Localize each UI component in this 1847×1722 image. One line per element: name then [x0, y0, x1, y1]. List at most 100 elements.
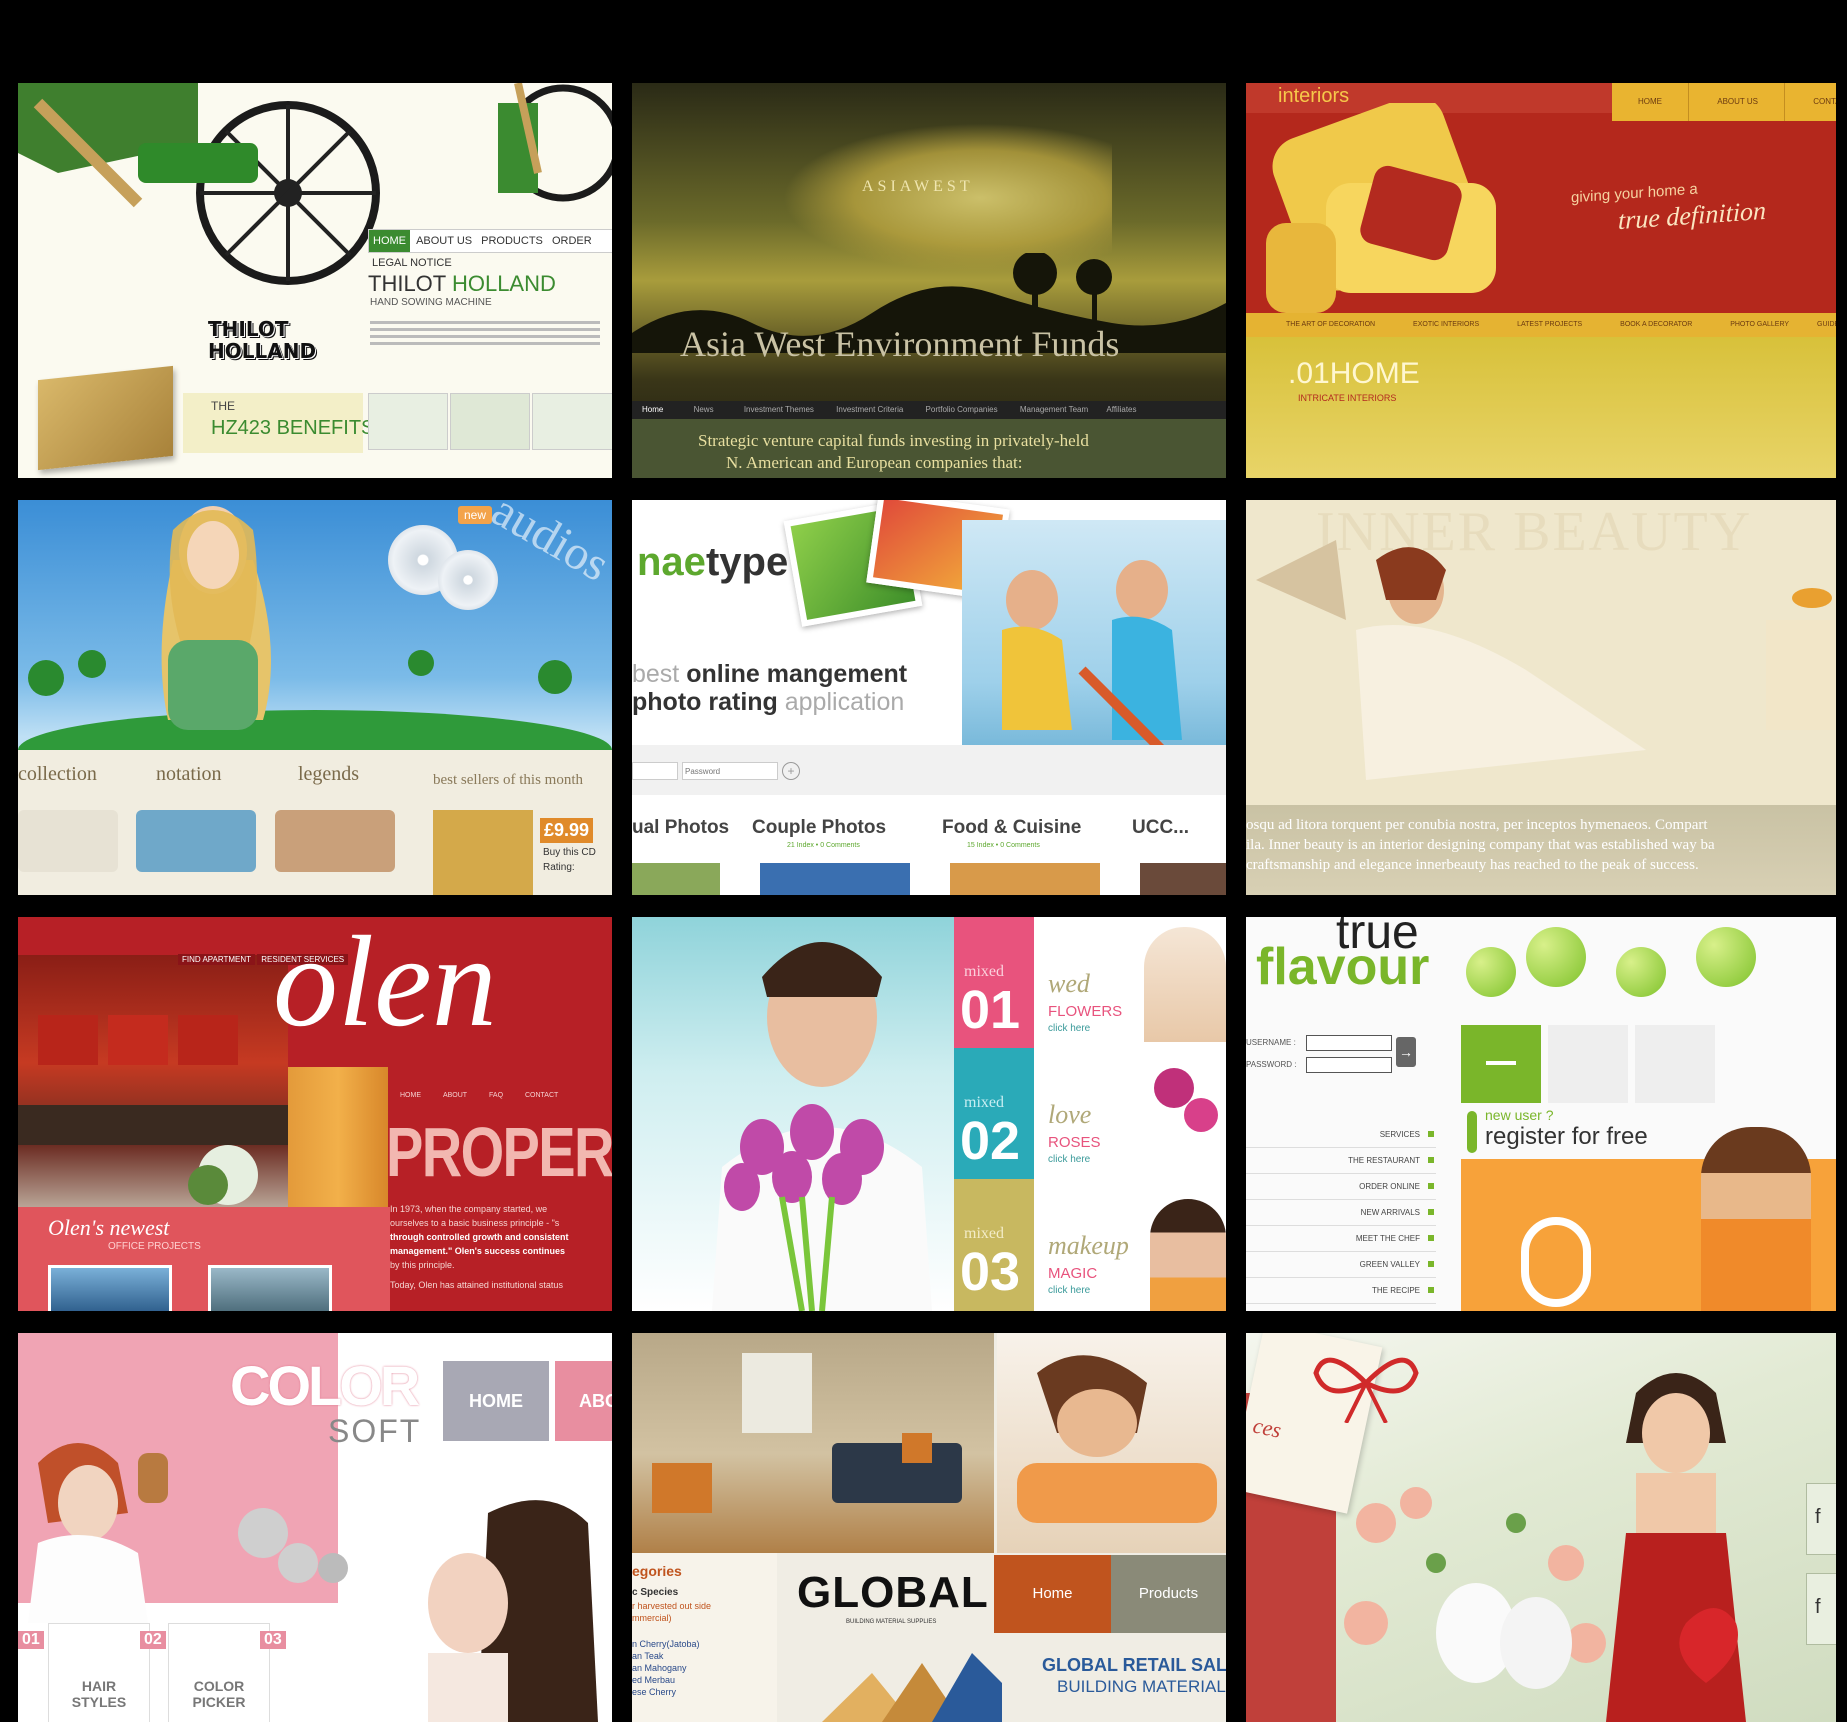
olen-body-5: by this principle.	[390, 1260, 455, 1270]
audios-album-cover[interactable]	[433, 810, 533, 895]
audios-tab-legends[interactable]: legends	[298, 763, 359, 786]
mixed-click-2[interactable]: click here	[1048, 1154, 1090, 1165]
gift-side-tab-2[interactable]: f	[1806, 1573, 1836, 1645]
asiawest-nav-portfolio[interactable]: Portfolio Companies	[916, 401, 1008, 419]
audios-thumb-woman[interactable]	[275, 810, 395, 872]
menu-valley[interactable]: GREEN VALLEY	[1246, 1252, 1436, 1278]
tab-card-icon[interactable]	[1548, 1025, 1628, 1103]
thilot-nav-products[interactable]: PRODUCTS	[478, 230, 546, 252]
category-thumb-2[interactable]	[760, 863, 910, 895]
global-sidebar-item-1[interactable]: r harvested out side	[632, 1601, 711, 1611]
category-label-4[interactable]: UCC...	[1132, 817, 1189, 839]
category-label-1[interactable]: ual Photos	[632, 817, 729, 839]
audios-tab-collection[interactable]: collection	[18, 763, 97, 786]
menu-arrivals[interactable]: NEW ARRIVALS	[1246, 1200, 1436, 1226]
category-label-2[interactable]: Couple Photos	[752, 817, 886, 839]
category-thumb-1[interactable]	[632, 863, 720, 895]
mixed-item-1[interactable]: mixed 01 wed FLOWERS click here	[954, 917, 1226, 1048]
login-arrow-button[interactable]: →	[1396, 1037, 1416, 1067]
colorsoft-logo-bottom: SOFT	[328, 1413, 422, 1449]
asiawest-nav-team[interactable]: Management Team	[1010, 401, 1098, 419]
mixed-click-3[interactable]: click here	[1048, 1285, 1090, 1296]
trueflavour-password-input[interactable]	[1306, 1057, 1392, 1073]
thilot-nav-about[interactable]: ABOUT US	[413, 230, 475, 252]
interiors-nav-home[interactable]: HOME	[1612, 83, 1689, 121]
thilot-brand-2: HOLLAND	[451, 271, 556, 296]
global-sidebar-item-6[interactable]: ed Merbau	[632, 1675, 675, 1685]
thilot-nav-order[interactable]: ORDER	[549, 230, 595, 252]
menu-restaurant[interactable]: THE RESTAURANT	[1246, 1148, 1436, 1174]
login-go-button[interactable]: +	[782, 762, 800, 780]
thumbnail-asia-west[interactable]: ASIAWEST Asia West Environment Funds Hom…	[632, 83, 1226, 478]
thumbnail-thilot-holland[interactable]: HOME ABOUT US PRODUCTS ORDER LEGAL NOTIC…	[18, 83, 612, 478]
olen-project-thumb-1[interactable]	[48, 1265, 172, 1311]
interiors-menu-book[interactable]: BOOK A DECORATOR	[1602, 313, 1710, 337]
interiors-menu-guide[interactable]: GUIDE	[1809, 313, 1836, 337]
thilot-nav-home[interactable]: HOME	[369, 230, 410, 252]
audios-title: audios	[483, 500, 612, 592]
interiors-menu-gallery[interactable]: PHOTO GALLERY	[1712, 313, 1807, 337]
thumbnail-interiors[interactable]: interiors HOME ABOUT US CONTACT giving y…	[1246, 83, 1836, 478]
thumbnail-naetype[interactable]: naetype best online mangement photo rati…	[632, 500, 1226, 895]
category-label-3[interactable]: Food & Cuisine	[942, 817, 1081, 839]
interiors-nav-contact[interactable]: CONTACT	[1787, 83, 1836, 121]
colorsoft-nav-about[interactable]: ABOUT	[555, 1361, 612, 1441]
thumbnail-true-flavour[interactable]: true flavour USERNAME : PASSWORD : → SER…	[1246, 917, 1836, 1311]
interiors-menu-latest[interactable]: LATEST PROJECTS	[1499, 313, 1600, 337]
menu-services[interactable]: SERVICES	[1246, 1122, 1436, 1148]
thumbnail-mixed-flowers[interactable]: mixed 01 wed FLOWERS click here mixed 02…	[632, 917, 1226, 1311]
olen-link-apartment[interactable]: FIND APARTMENT	[178, 954, 256, 965]
thumbnail-color-soft[interactable]: COLOR SOFT HOMEABOUT HAIR STYLES COLOR P…	[18, 1333, 612, 1722]
global-sidebar-item-5[interactable]: an Mahogany	[632, 1663, 687, 1673]
menu-chef[interactable]: MEET THE CHEF	[1246, 1226, 1436, 1252]
interiors-menu-exotic[interactable]: EXOTIC INTERIORS	[1395, 313, 1497, 337]
tab-green-button[interactable]	[1461, 1025, 1541, 1103]
colorsoft-nav-home[interactable]: HOME	[443, 1361, 549, 1441]
naetype-categories: ual Photos Couple Photos 21 Index • 0 Co…	[632, 795, 1226, 895]
olen-nav-contact[interactable]: CONTACT	[515, 1092, 568, 1099]
menu-recipe[interactable]: THE RECIPE	[1246, 1278, 1436, 1304]
audios-thumb-boy[interactable]	[136, 810, 256, 872]
asiawest-nav-themes[interactable]: Investment Themes	[734, 401, 824, 419]
category-thumb-4[interactable]	[1140, 863, 1226, 895]
colorsoft-card-2[interactable]: COLOR PICKER	[168, 1623, 270, 1722]
audios-rating-label: Rating:	[543, 862, 575, 873]
interiors-menu-art[interactable]: THE ART OF DECORATION	[1246, 313, 1393, 337]
global-sidebar-item-3[interactable]: n Cherry(Jatoba)	[632, 1639, 700, 1649]
thumbnail-olen-properties[interactable]: FIND APARTMENT RESIDENT SERVICES olen HO…	[18, 917, 612, 1311]
username-field[interactable]	[632, 762, 678, 780]
mixed-item-3[interactable]: mixed 03 makeup MAGIC click here	[954, 1179, 1226, 1311]
olen-nav-faq[interactable]: FAQ	[479, 1092, 513, 1099]
global-sidebar-item-2[interactable]: mmercial)	[632, 1613, 672, 1623]
mixed-click-1[interactable]: click here	[1048, 1023, 1090, 1034]
colorsoft-card-1[interactable]: HAIR STYLES	[48, 1623, 150, 1722]
global-sidebar-item-4[interactable]: an Teak	[632, 1651, 663, 1661]
asiawest-nav-news[interactable]: News	[676, 401, 732, 419]
audios-tab-notation[interactable]: notation	[156, 763, 222, 786]
olen-nav-about[interactable]: ABOUT	[433, 1092, 477, 1099]
thumbnail-inner-beauty[interactable]: INNER BEAUTY osqu ad litora torquent per…	[1246, 500, 1836, 895]
olen-project-thumb-2[interactable]	[208, 1265, 332, 1311]
mixed-item-2[interactable]: mixed 02 love ROSES click here	[954, 1048, 1226, 1179]
menu-order[interactable]: ORDER ONLINE	[1246, 1174, 1436, 1200]
interiors-nav-about[interactable]: ABOUT US	[1691, 83, 1785, 121]
tab-phone-icon[interactable]	[1635, 1025, 1715, 1103]
category-thumb-3[interactable]	[950, 863, 1100, 895]
audios-buy-link[interactable]: Buy this CD	[543, 847, 596, 858]
thumbnail-gift[interactable]: ces f f	[1246, 1333, 1836, 1722]
asiawest-nav-criteria[interactable]: Investment Criteria	[826, 401, 913, 419]
global-nav-products[interactable]: Products	[1111, 1555, 1226, 1633]
global-sidebar-item-7[interactable]: ese Cherry	[632, 1687, 676, 1697]
thumbnail-audios[interactable]: new audios collection notation legends b…	[18, 500, 612, 895]
thumbnail-global[interactable]: egories c Species r harvested out side m…	[632, 1333, 1226, 1722]
password-field[interactable]	[682, 762, 778, 780]
asiawest-nav-home[interactable]: Home	[632, 401, 673, 419]
gift-side-tab-1[interactable]: f	[1806, 1483, 1836, 1555]
trueflavour-username-input[interactable]	[1306, 1035, 1392, 1051]
audios-thumb-vinyl[interactable]	[18, 810, 118, 872]
register-panel[interactable]: new user ? register for free	[1461, 1107, 1836, 1311]
global-nav-home[interactable]: Home	[994, 1555, 1111, 1633]
asiawest-nav-affiliates[interactable]: Affiliates	[1100, 401, 1142, 419]
naetype-headline-2a: photo rating	[632, 688, 785, 716]
olen-nav-home[interactable]: HOME	[390, 1092, 431, 1099]
